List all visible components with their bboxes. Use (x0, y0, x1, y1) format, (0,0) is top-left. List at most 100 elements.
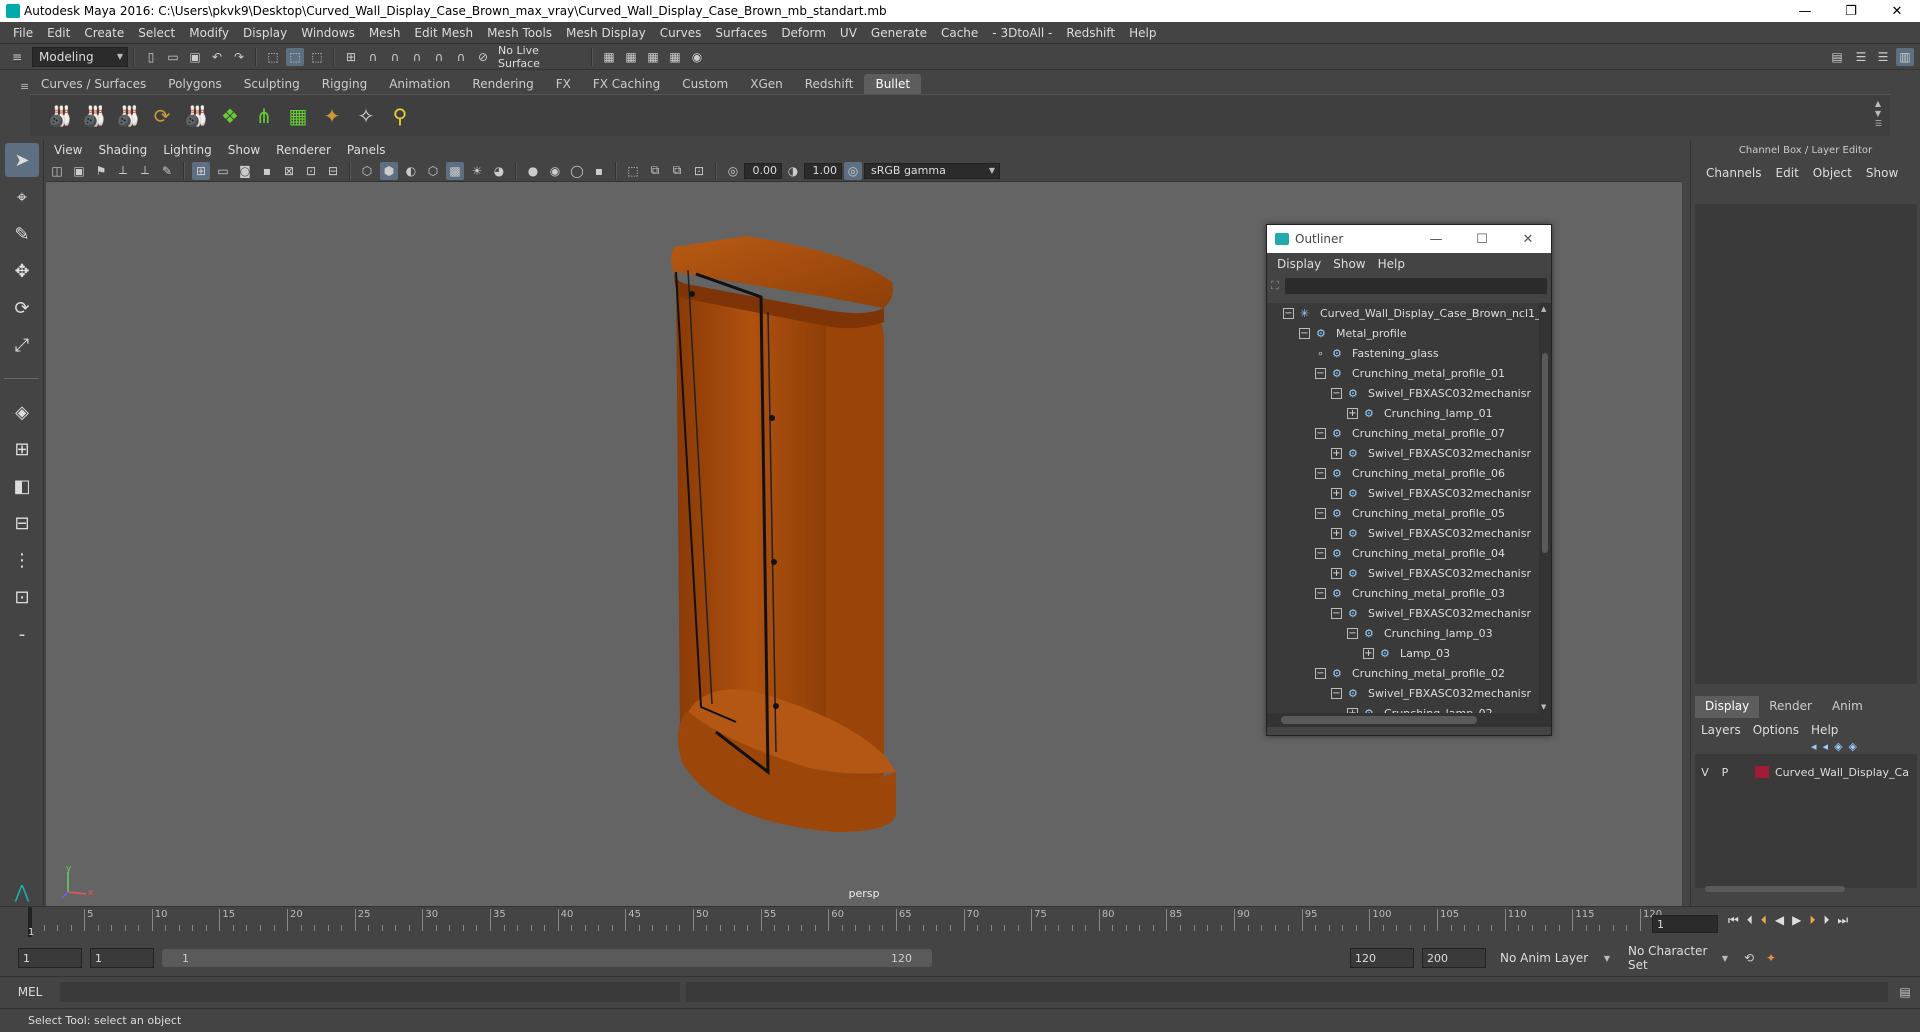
menu-item-uv[interactable]: UV (833, 26, 864, 40)
exposure-icon[interactable]: ◎ (724, 162, 742, 180)
grid-icon[interactable]: ▦ (284, 100, 312, 132)
layer-menu-help[interactable]: Help (1805, 723, 1844, 737)
channel-menu-object[interactable]: Object (1806, 166, 1859, 180)
expand-toggle-icon[interactable]: − (1283, 307, 1294, 319)
outliner-item[interactable]: − ⚙ Crunching_metal_profile_05 (1267, 503, 1539, 523)
channel-box-area[interactable] (1695, 204, 1917, 684)
outliner-item[interactable]: − ⚙ Swivel_FBXASC032mechanisr (1267, 683, 1539, 703)
layer-hscroll-thumb[interactable] (1705, 886, 1845, 892)
menu-item-windows[interactable]: Windows (294, 26, 362, 40)
display-case-model[interactable] (596, 212, 1016, 832)
shelf-tab-fx-caching[interactable]: FX Caching (582, 74, 671, 94)
menu-item-modify[interactable]: Modify (182, 26, 236, 40)
character-icon[interactable]: ✦ (318, 100, 346, 132)
image-plane-icon[interactable]: ⟂ (114, 162, 132, 180)
outliner-item[interactable]: − ⚙ Crunching_metal_profile_03 (1267, 583, 1539, 603)
outliner-item-label[interactable]: Swivel_FBXASC032mechanisr (1368, 567, 1531, 580)
step-back-frame-icon[interactable]: ⏴ (1761, 913, 1767, 928)
outliner-maximize-button[interactable]: ☐ (1459, 225, 1505, 253)
shelf-tab-curves-surfaces[interactable]: Curves / Surfaces (30, 74, 157, 94)
outliner-item-label[interactable]: Fastening_glass (1352, 347, 1439, 360)
time-slider[interactable]: 5 10 15 20 25 30 35 40 45 50 55 60 65 70 75 80 85 90 95 100… (0, 906, 1920, 942)
channel-box-toggle-icon[interactable]: ▥ (1896, 47, 1914, 66)
shelf-scroll-icon[interactable]: ▲ ▼ ☰ (1875, 99, 1882, 129)
menu-item-edit[interactable]: Edit (40, 26, 77, 40)
shelf-tab-rigging[interactable]: Rigging (311, 74, 378, 94)
expand-toggle-icon[interactable]: − (1331, 387, 1342, 399)
outliner-menu-display[interactable]: Display (1271, 257, 1327, 271)
expand-toggle-icon[interactable]: + (1347, 407, 1358, 419)
menu-item-select[interactable]: Select (131, 26, 182, 40)
anim-prefs-icon[interactable]: ✦ (1762, 949, 1780, 967)
outliner-item[interactable]: − ⚙ Crunching_metal_profile_07 (1267, 423, 1539, 443)
expand-toggle-icon[interactable]: − (1315, 427, 1326, 439)
outliner-close-button[interactable]: ✕ (1505, 225, 1551, 253)
menu-item-help[interactable]: Help (1122, 26, 1163, 40)
outliner-item[interactable]: + ⚙ Lamp_03 (1267, 643, 1539, 663)
outliner-minimize-button[interactable]: — (1413, 225, 1459, 253)
menu-item-edit-mesh[interactable]: Edit Mesh (407, 26, 480, 40)
animation-end-field[interactable]: 200 (1422, 948, 1486, 968)
command-language-label[interactable]: MEL (0, 985, 60, 999)
layer-name[interactable]: Curved_Wall_Display_Ca (1775, 766, 1909, 779)
outliner-vertical-scrollbar[interactable]: ▲ ▼ (1539, 303, 1551, 713)
scale-tool-icon[interactable]: ⤢ (5, 328, 39, 362)
depth-of-field-icon[interactable]: ▪ (590, 162, 608, 180)
shelf-tab-rendering[interactable]: Rendering (461, 74, 544, 94)
menu-item-file[interactable]: File (6, 26, 40, 40)
auto-key-icon[interactable]: ⟲ (1740, 949, 1758, 967)
bookmark-icon[interactable]: ⚑ (92, 162, 110, 180)
outliner-item-label[interactable]: Crunching_metal_profile_04 (1352, 547, 1505, 560)
hypershade-layout-icon[interactable]: ⋮ (5, 543, 39, 577)
move-tool-icon[interactable]: ✥ (5, 254, 39, 288)
shelf-tab-xgen[interactable]: XGen (739, 74, 794, 94)
play-forward-icon[interactable]: ▶ (1792, 913, 1801, 928)
menu-item-3dtoall[interactable]: - 3DtoAll - (985, 26, 1059, 40)
play-backward-icon[interactable]: ◀ (1775, 913, 1784, 928)
snap-point-icon[interactable]: ∩ (386, 48, 404, 66)
shatter-icon[interactable]: ⋔ (250, 100, 278, 132)
outliner-scroll-thumb[interactable] (1542, 353, 1548, 553)
outliner-item-label[interactable]: Swivel_FBXASC032mechanisr (1368, 527, 1531, 540)
timeline-ticks[interactable]: 5 10 15 20 25 30 35 40 45 50 55 60 65 70 75 80 85 90 95 100… (30, 907, 1662, 943)
outliner-hscroll-thumb[interactable] (1281, 716, 1477, 724)
colorspace-dropdown[interactable]: sRGB gamma ▼ (864, 162, 1000, 179)
shelf-tab-polygons[interactable]: Polygons (157, 74, 232, 94)
outliner-item[interactable]: + ⚙ Swivel_FBXASC032mechanisr (1267, 563, 1539, 583)
shelf-tab-bullet[interactable]: Bullet (864, 74, 922, 94)
field-chart-icon[interactable]: ⊠ (280, 162, 298, 180)
snap-live-icon[interactable]: ∩ (452, 48, 470, 66)
rigid-body-icon[interactable]: 🎳 (80, 100, 108, 132)
menu-item-mesh-tools[interactable]: Mesh Tools (480, 26, 559, 40)
new-layer-icon[interactable]: ◈ (1834, 740, 1842, 753)
use-all-lights-icon[interactable]: ☀ (468, 162, 486, 180)
outliner-item-label[interactable]: Swivel_FBXASC032mechanisr (1368, 687, 1531, 700)
outliner-menu-help[interactable]: Help (1372, 257, 1411, 271)
anim-layer-dropdown[interactable]: No Anim Layer ▼ (1494, 948, 1614, 968)
outliner-item-label[interactable]: Swivel_FBXASC032mechanisr (1368, 387, 1531, 400)
pan-zoom-icon[interactable]: ⟂ (136, 162, 154, 180)
smooth-shade-icon[interactable]: ⬢ (380, 161, 398, 180)
maximize-button[interactable]: ❐ (1828, 0, 1874, 22)
panel-menu-renderer[interactable]: Renderer (268, 143, 339, 157)
wireframe-on-shaded-icon[interactable]: ◐ (402, 162, 420, 180)
shelf-tab-redshift[interactable]: Redshift (794, 74, 865, 94)
paint-select-tool-icon[interactable]: ✎ (5, 217, 39, 251)
outliner-item[interactable]: ∘ ⚙ Fastening_glass (1267, 343, 1539, 363)
layer-tab-render[interactable]: Render (1759, 696, 1822, 718)
maya-home-icon[interactable]: ⋀ (5, 875, 39, 909)
outliner-item[interactable]: + ⚙ Swivel_FBXASC032mechanisr (1267, 443, 1539, 463)
playback-start-field[interactable]: 1 (90, 948, 154, 968)
playback-end-field[interactable]: 120 (1350, 948, 1414, 968)
outliner-item[interactable]: − ⚙ Crunching_metal_profile_02 (1267, 663, 1539, 683)
hypershade-icon[interactable]: ▦ (666, 48, 684, 66)
outliner-item-label[interactable]: Crunching_metal_profile_07 (1352, 427, 1505, 440)
wireframe-icon[interactable]: ⬡ (358, 162, 376, 180)
shadows-icon[interactable]: ◕ (490, 162, 508, 180)
panel-menu-view[interactable]: View (46, 143, 90, 157)
make-live-icon[interactable]: ⊘ (474, 48, 492, 66)
panel-menu-panels[interactable]: Panels (339, 143, 394, 157)
backface-icon[interactable]: ⊡ (690, 162, 708, 180)
character-set-dropdown[interactable]: No Character Set ▼ (1622, 944, 1732, 972)
outliner-item[interactable]: − ⚙ Metal_profile (1267, 323, 1539, 343)
